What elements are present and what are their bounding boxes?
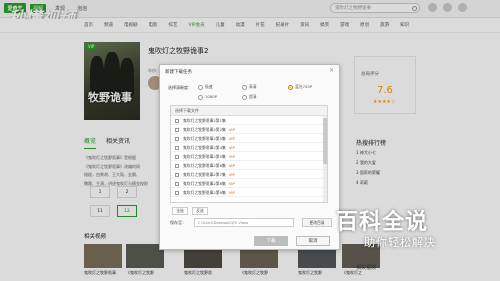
file-row-label: 鬼吹灯之牧野诡事2第9集 (183, 190, 226, 195)
checkbox-icon[interactable] (175, 155, 179, 159)
file-row-label: 鬼吹灯之牧野诡事2第8集 (183, 181, 226, 186)
download-button[interactable]: 下载 (254, 236, 288, 246)
save-path-label: 保存至： (170, 220, 186, 225)
vip-tag: VIP (228, 181, 235, 186)
quality-option[interactable]: 超清 (242, 94, 257, 100)
quality-option[interactable]: 高清 (242, 84, 257, 90)
vip-tag: VIP (228, 136, 235, 141)
quality-option-label: 极速 (205, 84, 213, 89)
cancel-button[interactable]: 取消 (296, 236, 330, 246)
watermark: 百科全说 助你轻松解决 (330, 200, 488, 256)
vip-tag: VIP (228, 172, 235, 177)
checkbox-icon[interactable] (175, 137, 179, 141)
file-row-label: 鬼吹灯之牧野诡事2第4集 (183, 145, 226, 150)
vip-tag: VIP (228, 190, 235, 195)
file-row-label: 鬼吹灯之牧野诡事2第2集 (183, 127, 226, 132)
file-row[interactable]: 鬼吹灯之牧野诡事2第9集 VIP (171, 188, 327, 197)
vip-tag: VIP (228, 154, 235, 159)
checkbox-icon[interactable] (175, 146, 179, 150)
list-scrollbar-thumb[interactable] (323, 118, 327, 164)
file-row[interactable]: 鬼吹灯之牧野诡事2第8集 VIP (171, 179, 327, 188)
file-row[interactable]: 鬼吹灯之牧野诡事2第6集 VIP (171, 161, 327, 170)
checkbox-icon[interactable] (175, 164, 179, 168)
file-row[interactable]: 鬼吹灯之牧野诡事2第4集 VIP (171, 143, 327, 152)
file-row-label: 鬼吹灯之牧野诡事2第5集 (183, 154, 226, 159)
quality-option[interactable]: 极速 (198, 84, 213, 90)
download-dialog: 新建下载任务 × 选择清晰度： 极速 高清 蓝光720P 1080P 超清 选择… (159, 64, 340, 250)
watermark-title: 百科全说 (336, 210, 429, 235)
quality-option-label: 1080P (205, 94, 217, 99)
radio-icon (198, 94, 203, 100)
file-row-label: 鬼吹灯之牧野诡事2第6集 (183, 163, 226, 168)
file-list-header: 选择下载文件 (171, 106, 327, 116)
save-path-value: C:\Users\Desktop\iQIYI Video (198, 221, 249, 225)
quality-option-label: 蓝光720P (295, 84, 313, 89)
vip-tag: VIP (228, 127, 235, 132)
radio-icon (242, 94, 247, 100)
dialog-title: 新建下载任务 (165, 70, 192, 75)
file-row-label: 鬼吹灯之牧野诡事2第3集 (183, 136, 226, 141)
watermark-subtitle: 助你轻松解决 (364, 236, 436, 249)
quality-option-label: 高清 (249, 84, 257, 89)
file-row-label: 鬼吹灯之牧野诡事2第7集 (183, 172, 226, 177)
vip-tag: VIP (228, 163, 235, 168)
invert-selection-button[interactable]: 反选 (192, 207, 208, 215)
quality-option-label: 超清 (249, 94, 257, 99)
episode-file-list: 选择下载文件 鬼吹灯之牧野诡事2第1集 鬼吹灯之牧野诡事2第2集 VIP 鬼吹灯之… (170, 105, 328, 203)
quality-label: 选择清晰度： (168, 85, 192, 90)
radio-selected-icon (288, 84, 293, 90)
file-row[interactable]: 鬼吹灯之牧野诡事2第5集 VIP (171, 152, 327, 161)
checkbox-icon[interactable] (175, 128, 179, 132)
close-icon[interactable]: × (329, 67, 334, 74)
checkbox-icon[interactable] (175, 173, 179, 177)
change-folder-button[interactable]: 更改目录 (302, 218, 332, 227)
checkbox-icon[interactable] (175, 119, 179, 123)
file-row[interactable]: 鬼吹灯之牧野诡事2第7集 VIP (171, 170, 327, 179)
radio-icon (198, 84, 203, 90)
select-all-button[interactable]: 全选 (172, 207, 188, 215)
radio-icon (242, 84, 247, 90)
quality-option[interactable]: 1080P (198, 94, 217, 100)
file-row[interactable]: 鬼吹灯之牧野诡事2第2集 VIP (171, 125, 327, 134)
checkbox-icon[interactable] (175, 182, 179, 186)
save-path-field[interactable]: C:\Users\Desktop\iQIYI Video (194, 218, 294, 227)
quality-option[interactable]: 蓝光720P (288, 84, 312, 90)
vip-tag: VIP (228, 145, 235, 150)
checkbox-icon[interactable] (175, 191, 179, 195)
file-row[interactable]: 鬼吹灯之牧野诡事2第1集 (171, 116, 327, 125)
file-row[interactable]: 鬼吹灯之牧野诡事2第3集 VIP (171, 134, 327, 143)
file-row-label: 鬼吹灯之牧野诡事2第1集 (183, 118, 226, 123)
